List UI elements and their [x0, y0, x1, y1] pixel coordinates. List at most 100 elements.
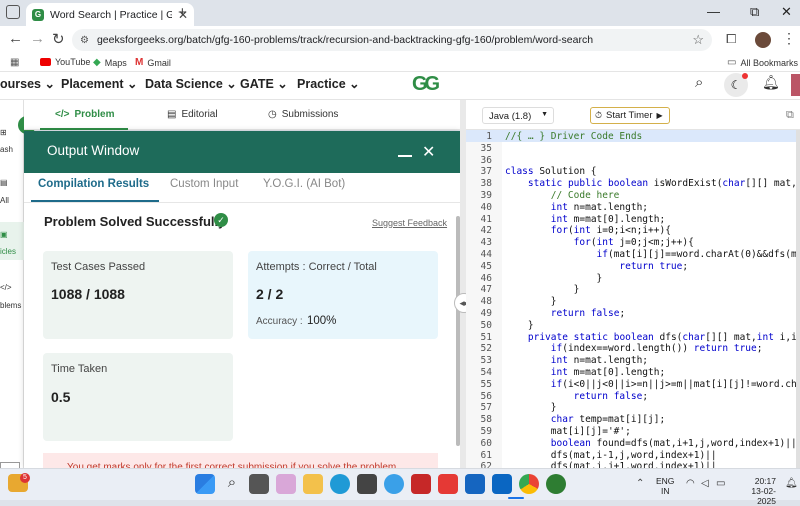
nav-courses[interactable]: ourses ⌄ — [0, 76, 55, 91]
line-number: 54 — [480, 367, 492, 378]
battery-icon[interactable]: ▭ — [716, 478, 725, 489]
reload-icon[interactable]: ↻ — [52, 30, 65, 48]
code-line: char temp=mat[i][j]; — [550, 414, 666, 426]
sidebar-item-articles[interactable]: icles — [0, 247, 16, 256]
close-window-icon[interactable]: ✕ — [781, 4, 792, 20]
chrome-icon[interactable] — [519, 474, 539, 494]
sidebar-item-all[interactable]: All — [0, 196, 9, 205]
nav-data-science[interactable]: Data Science ⌄ — [145, 76, 237, 91]
tab-editorial[interactable]: ▤ Editorial — [167, 109, 218, 120]
edge-icon[interactable] — [330, 474, 350, 494]
nav-practice[interactable]: Practice ⌄ — [297, 76, 360, 91]
nav-label: GATE — [240, 77, 274, 91]
tab-compilation-results[interactable]: Compilation Results — [38, 178, 149, 190]
maximize-icon[interactable]: ⧉ — [750, 4, 759, 20]
user-avatar[interactable] — [791, 74, 800, 96]
close-output-icon[interactable]: ✕ — [422, 142, 435, 162]
sidebar-item-dash[interactable]: ash — [0, 145, 13, 154]
line-number: 53 — [480, 355, 492, 367]
code-line: //{ … } Driver Code Ends — [505, 131, 643, 142]
nav-placement[interactable]: Placement ⌄ — [61, 76, 137, 91]
tray-chevron-icon[interactable]: ⌃ — [636, 478, 644, 489]
code-line: if(index==word.length()) return true; — [550, 343, 763, 355]
dropdown-caret-icon: ▼ — [541, 111, 548, 118]
sidebar-articles-icon[interactable]: ▣ — [0, 230, 8, 239]
vscode-icon[interactable] — [384, 474, 404, 494]
browser-menu-icon[interactable]: ⋮ — [782, 30, 796, 47]
app-icon-blue[interactable] — [465, 474, 485, 494]
new-tab-icon[interactable]: + — [178, 4, 187, 21]
code-line: int m=mat[0].length; — [550, 367, 666, 378]
line-number: 40 — [480, 201, 492, 213]
tab-submissions[interactable]: ◷ Submissions — [268, 109, 338, 120]
line-number: 57 — [480, 402, 492, 414]
notification-bell-icon[interactable]: 🔔︎ — [785, 478, 798, 489]
site-info-icon[interactable]: ⚙ — [80, 35, 89, 46]
whatsapp-icon[interactable] — [546, 474, 566, 494]
taskbar-search-icon[interactable]: ⌕ — [222, 474, 242, 494]
mcafee-icon[interactable] — [411, 474, 431, 494]
copilot-icon[interactable] — [276, 474, 296, 494]
apps-grid-icon[interactable]: ▦ — [10, 57, 19, 68]
gfg-favicon-icon: G — [32, 8, 44, 21]
bell-icon[interactable]: 🔔︎ — [762, 74, 780, 91]
code-line: } — [505, 284, 580, 296]
file-explorer-icon[interactable] — [303, 474, 323, 494]
store-icon[interactable] — [357, 474, 377, 494]
tab-group-icon[interactable] — [6, 5, 20, 19]
wifi-icon[interactable]: ◠ — [686, 478, 695, 489]
language-label: Java (1.8) — [489, 111, 532, 122]
sidebar-dash-icon[interactable]: ⊞ — [0, 128, 7, 137]
extensions-icon[interactable]: ⧠ — [726, 31, 736, 47]
language-indicator[interactable]: ENG IN — [656, 476, 674, 496]
line-number: 39 — [480, 190, 492, 201]
all-bookmarks[interactable]: ▭ All Bookmarks — [727, 57, 798, 68]
gfg-logo[interactable]: GG — [412, 73, 440, 96]
line-number: 60 — [480, 437, 492, 449]
search-icon[interactable]: ⌕ — [695, 74, 703, 91]
bookmark-star-icon[interactable]: ☆ — [692, 32, 712, 48]
line-number: 61 — [480, 449, 492, 461]
app-icon-red[interactable] — [438, 474, 458, 494]
stopwatch-icon: ⏱︎ — [595, 110, 603, 120]
volume-icon[interactable]: ◁ — [701, 478, 709, 489]
code-line: if(i<0||j<0||i>=n||j>=m||mat[i][j]!=word… — [550, 378, 800, 390]
code-line: mat[i][j]='#'; — [505, 426, 631, 437]
line-number: 36 — [480, 154, 492, 166]
profile-avatar[interactable] — [755, 32, 771, 48]
bookmark-youtube[interactable]: YouTube — [40, 57, 90, 67]
bookmark-maps[interactable]: ◆ Maps — [93, 57, 127, 68]
clock[interactable]: 20:17 13-02-2025 — [736, 476, 776, 506]
language-select[interactable]: Java (1.8) ▼ — [482, 107, 554, 124]
bookmark-label: YouTube — [55, 57, 91, 67]
tab-problem[interactable]: </> Problem — [55, 109, 114, 120]
bookmark-gmail[interactable]: M Gmail — [135, 57, 171, 68]
task-view-icon[interactable] — [249, 474, 269, 494]
fullscreen-icon[interactable]: ⧉ — [786, 109, 794, 122]
browser-tab[interactable]: G Word Search | Practice | Geeksfo ✕ — [26, 3, 194, 26]
tab-label: Submissions — [281, 109, 339, 120]
sidebar-problems-icon[interactable]: </> — [0, 283, 12, 292]
line-number: 42 — [480, 225, 492, 237]
editor-scrollbar[interactable] — [796, 130, 800, 468]
back-icon[interactable]: ← — [8, 30, 23, 47]
line-number: 56 — [480, 390, 492, 402]
suggest-feedback-link[interactable]: Suggest Feedback — [372, 218, 447, 228]
tab-yogi-ai-bot[interactable]: Y.O.G.I. (AI Bot) — [263, 178, 345, 190]
tab-custom-input[interactable]: Custom Input — [170, 178, 238, 190]
status-message: Problem Solved Successfully — [44, 214, 226, 229]
minimize-output-icon[interactable] — [398, 155, 412, 157]
minimize-icon[interactable]: — — [707, 4, 720, 19]
line-number: 43 — [480, 237, 492, 249]
timer-label: Start Timer — [606, 110, 653, 121]
sidebar-item-problems[interactable]: blems — [0, 301, 21, 310]
start-timer-button[interactable]: ⏱︎ Start Timer ▶ — [590, 107, 670, 124]
region-text: IN — [660, 486, 670, 496]
outlook-icon[interactable] — [492, 474, 512, 494]
forward-icon[interactable]: → — [30, 30, 45, 47]
sidebar-all-icon[interactable]: ▤ — [0, 178, 8, 187]
windows-start-icon[interactable] — [195, 474, 215, 494]
nav-gate[interactable]: GATE ⌄ — [240, 76, 288, 91]
line-number: 52 — [480, 343, 492, 355]
address-bar[interactable]: ⚙ geeksforgeeks.org/batch/gfg-160-proble… — [72, 29, 712, 51]
